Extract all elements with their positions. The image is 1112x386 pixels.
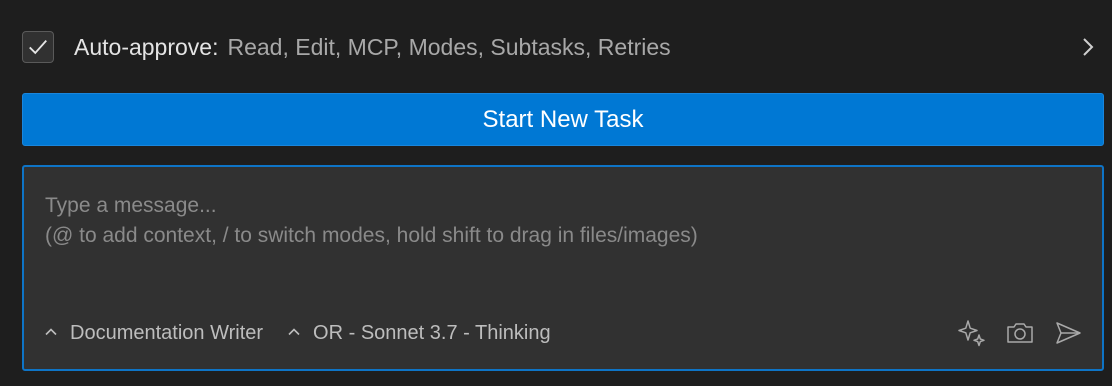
model-selector-label: OR - Sonnet 3.7 - Thinking — [313, 321, 551, 344]
chevron-up-icon — [288, 328, 300, 336]
send-button[interactable] — [1052, 317, 1084, 349]
send-icon — [1056, 322, 1081, 344]
message-placeholder: Type a message... (@ to add context, / t… — [45, 191, 698, 251]
auto-approve-row[interactable]: Auto-approve: Read, Edit, MCP, Modes, Su… — [22, 29, 1100, 65]
model-selector[interactable]: OR - Sonnet 3.7 - Thinking — [287, 322, 551, 345]
placeholder-line-2: (@ to add context, / to switch modes, ho… — [45, 224, 698, 247]
sparkles-icon — [958, 320, 985, 347]
chevron-right-icon[interactable] — [1076, 35, 1100, 59]
auto-approve-checkbox[interactable] — [22, 31, 54, 63]
camera-icon — [1007, 323, 1033, 343]
composer-toolbar: Documentation Writer OR - Sonnet 3.7 - T… — [44, 315, 1084, 351]
enhance-prompt-button[interactable] — [956, 317, 988, 349]
auto-approve-label: Auto-approve: — [74, 33, 219, 60]
start-new-task-label: Start New Task — [482, 105, 644, 133]
checkmark-icon — [29, 39, 47, 55]
placeholder-line-1: Type a message... — [45, 194, 217, 217]
mode-selector[interactable]: Documentation Writer — [44, 322, 263, 345]
mode-selector-label: Documentation Writer — [70, 321, 264, 344]
message-input[interactable]: Type a message... (@ to add context, / t… — [22, 165, 1104, 371]
chevron-up-icon — [45, 328, 57, 336]
add-image-button[interactable] — [1004, 317, 1036, 349]
start-new-task-button[interactable]: Start New Task — [22, 93, 1104, 146]
auto-approve-values: Read, Edit, MCP, Modes, Subtasks, Retrie… — [227, 33, 671, 60]
